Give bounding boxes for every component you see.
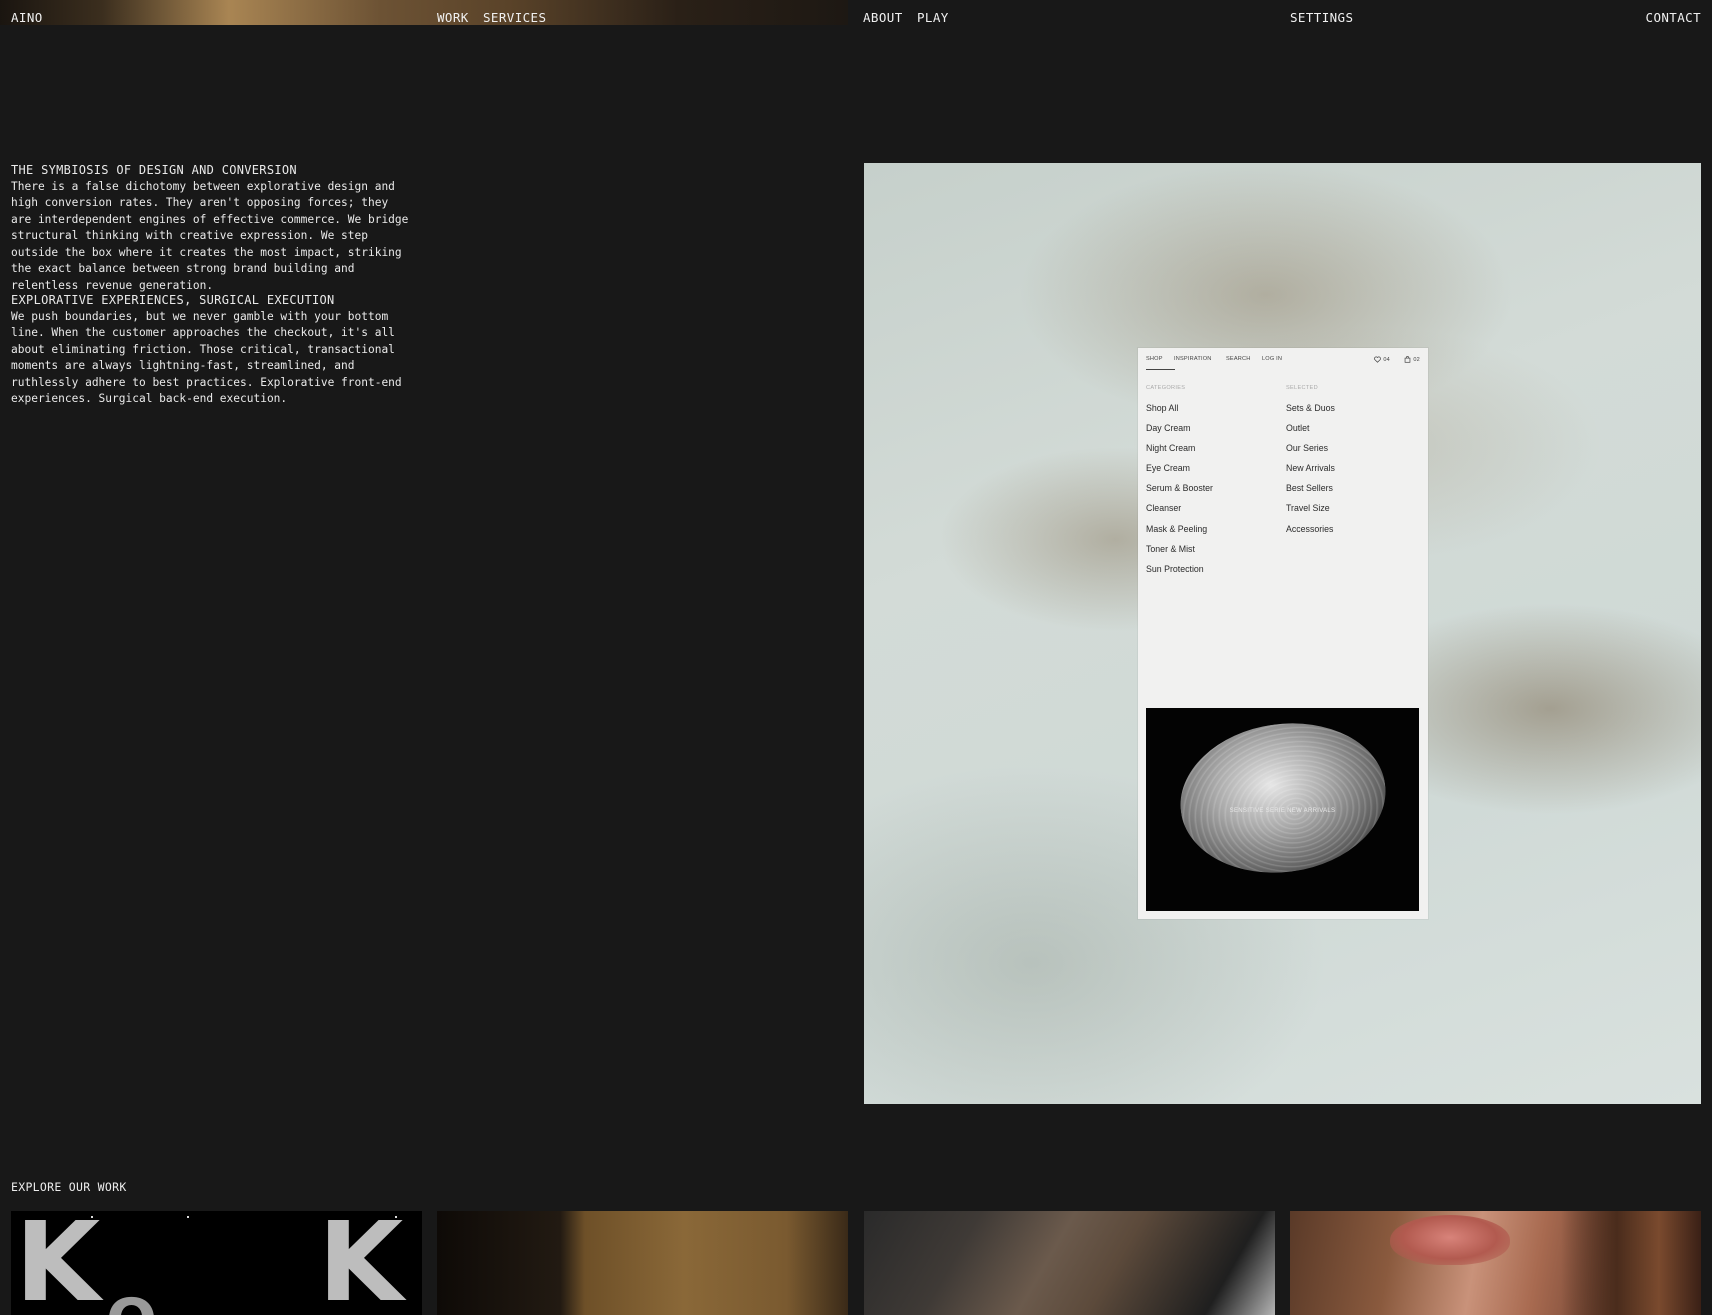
mockup-nav-shop: SHOP <box>1146 356 1175 370</box>
mockup-category-item: Serum & Booster <box>1146 483 1213 494</box>
decor-dot <box>187 1216 189 1218</box>
header-image-strip <box>0 0 848 25</box>
mockup-banner-text: SENSITIVE SERIE NEW ARRIVALS <box>1229 808 1336 814</box>
portrait-lips-image <box>1390 1215 1510 1265</box>
nav-play[interactable]: PLAY <box>917 10 949 25</box>
intro-body: There is a false dichotomy between explo… <box>11 179 409 292</box>
mockup-category-item: Toner & Mist <box>1146 543 1195 554</box>
mockup-nav-search: SEARCH <box>1226 356 1251 362</box>
mockup-wishlist: 04 <box>1374 356 1390 363</box>
cart-count: 02 <box>1413 356 1420 363</box>
mockup-selected-list: Sets & Duos Outlet Our Series New Arriva… <box>1286 403 1335 544</box>
mockup-category-item: Eye Cream <box>1146 463 1190 474</box>
mockup-category-item: Cleanser <box>1146 503 1182 514</box>
mockup-categories-list: Shop All Day Cream Night Cream Eye Cream… <box>1146 403 1213 584</box>
mockup-selected-item: New Arrivals <box>1286 463 1335 474</box>
mockup-selected-heading: SELECTED <box>1286 385 1318 391</box>
nav-contact[interactable]: CONTACT <box>1646 10 1701 25</box>
intro-section-design-conversion: THE SYMBIOSIS OF DESIGN AND CONVERSION T… <box>11 162 411 294</box>
wishlist-count: 04 <box>1383 356 1390 363</box>
work-card-letter: K <box>318 1211 403 1315</box>
mockup-nav-login: LOG IN <box>1262 356 1283 362</box>
intro-heading: THE SYMBIOSIS OF DESIGN AND CONVERSION <box>11 163 297 177</box>
logo[interactable]: AINO <box>11 10 43 25</box>
decor-dot <box>91 1216 93 1218</box>
explore-work-title: EXPLORE OUR WORK <box>11 1180 127 1194</box>
mockup-nav-inspiration: INSPIRATION <box>1174 356 1212 362</box>
mockup-selected-item: Our Series <box>1286 443 1329 454</box>
nav-settings[interactable]: SETTINGS <box>1290 10 1353 25</box>
intro-section-explorative-execution: EXPLORATIVE EXPERIENCES, SURGICAL EXECUT… <box>11 292 411 408</box>
nav-work[interactable]: WORK <box>437 10 469 25</box>
mockup-selected-item: Sets & Duos <box>1286 403 1335 413</box>
mockup-category-item: Night Cream <box>1146 443 1196 454</box>
mockup-selected-item: Accessories <box>1286 523 1334 534</box>
nav-about[interactable]: ABOUT <box>863 10 903 25</box>
mockup-cart: 02 <box>1404 356 1420 363</box>
heart-icon <box>1374 356 1382 363</box>
work-card-1[interactable]: K K O <box>11 1211 422 1315</box>
mockup-category-item: Sun Protection <box>1146 563 1204 574</box>
mockup-categories-heading: CATEGORIES <box>1146 385 1186 391</box>
cream-swirl-image <box>1170 710 1396 886</box>
work-card-4[interactable] <box>1290 1211 1701 1315</box>
mockup-selected-item: Outlet <box>1286 423 1310 434</box>
work-card-letter: O <box>106 1266 157 1315</box>
work-card-letter: K <box>15 1211 100 1315</box>
portrait-hair-image <box>1561 1211 1701 1315</box>
mockup-selected-item: Travel Size <box>1286 503 1330 514</box>
intro-heading: EXPLORATIVE EXPERIENCES, SURGICAL EXECUT… <box>11 293 335 307</box>
intro-body: We push boundaries, but we never gamble … <box>11 309 402 406</box>
mockup-category-item: Shop All <box>1146 403 1179 413</box>
mockup-category-item: Mask & Peeling <box>1146 523 1208 534</box>
mockup-banner-image: SENSITIVE SERIE NEW ARRIVALS <box>1146 708 1419 911</box>
nav-services[interactable]: SERVICES <box>483 10 546 25</box>
bag-icon <box>1405 356 1411 363</box>
work-card-2[interactable] <box>437 1211 848 1315</box>
mockup-selected-item: Best Sellers <box>1286 483 1333 494</box>
work-card-3[interactable] <box>864 1211 1275 1315</box>
mockup-category-item: Day Cream <box>1146 423 1191 434</box>
shop-menu-mockup: SHOP INSPIRATION SEARCH LOG IN 04 02 CAT… <box>1138 348 1428 919</box>
decor-dot <box>395 1216 397 1218</box>
